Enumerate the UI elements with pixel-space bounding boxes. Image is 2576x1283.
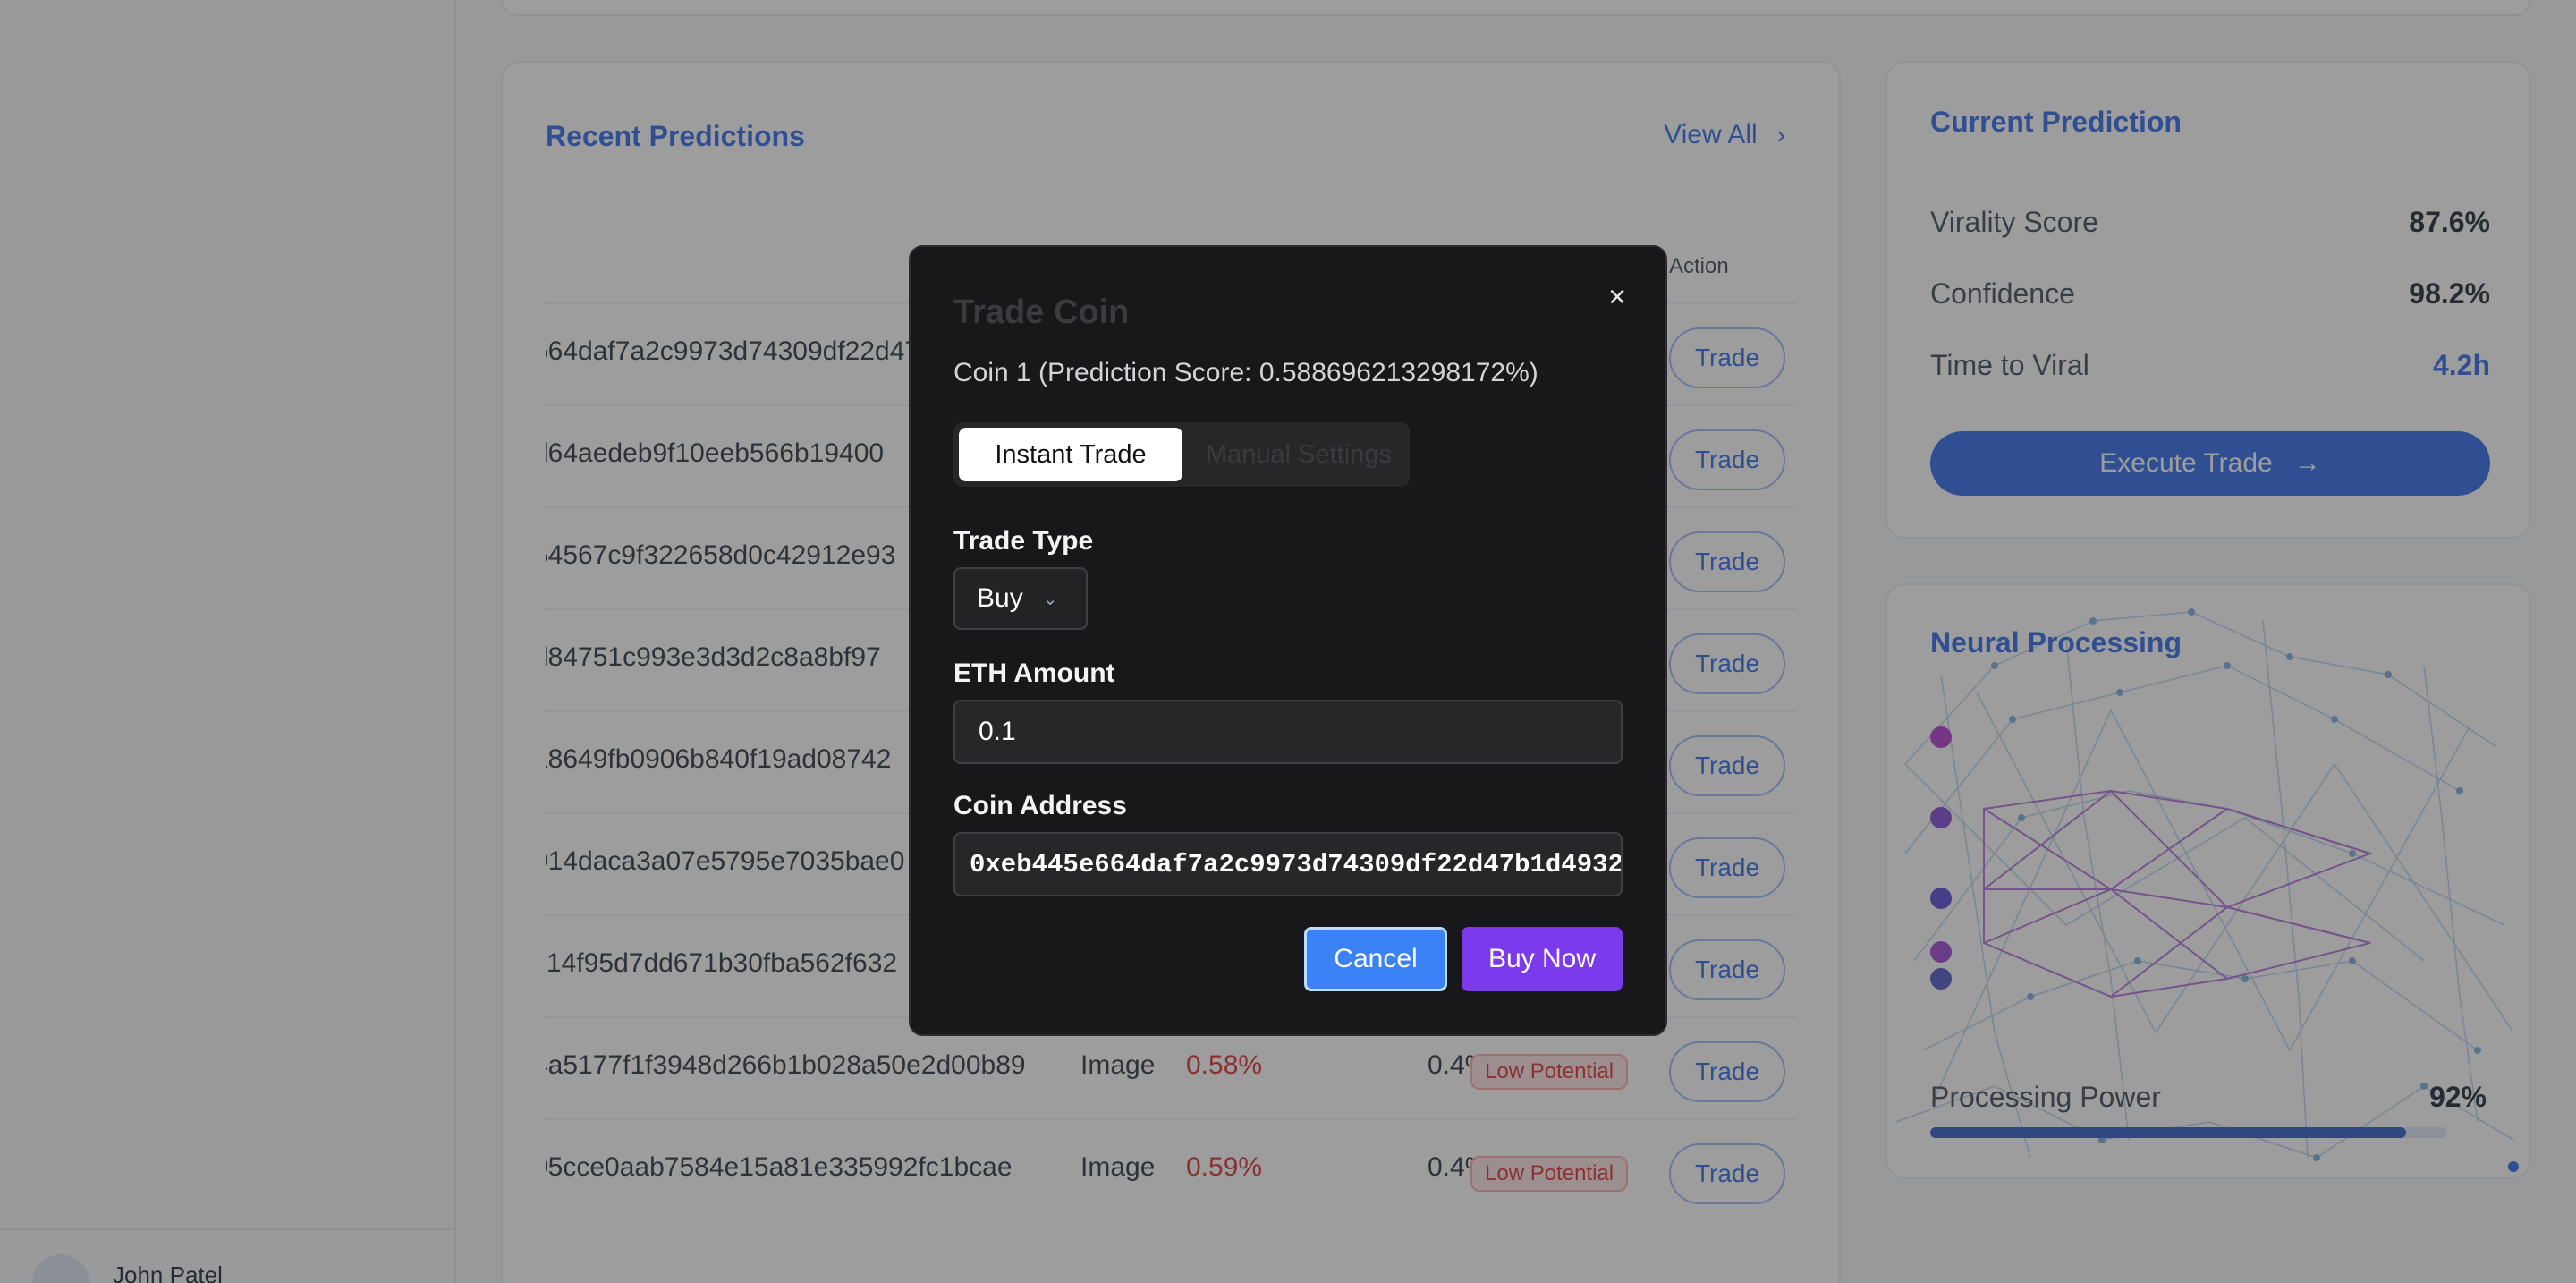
chevron-down-icon: ⌄	[1042, 589, 1058, 609]
cancel-button[interactable]: Cancel	[1304, 927, 1447, 991]
coin-prediction-line: Coin 1 (Prediction Score: 0.588696213298…	[953, 358, 1538, 387]
coin-address-input[interactable]	[953, 832, 1623, 896]
trade-coin-dialog: Trade Coin × Coin 1 (Prediction Score: 0…	[909, 245, 1667, 1036]
trade-type-value: Buy	[977, 583, 1023, 613]
trade-type-select[interactable]: Buy ⌄	[953, 567, 1088, 630]
eth-amount-input[interactable]	[953, 700, 1623, 764]
coin-address-label: Coin Address	[953, 791, 1127, 820]
buy-now-button[interactable]: Buy Now	[1462, 927, 1623, 991]
tab-instant-trade[interactable]: Instant Trade	[959, 428, 1182, 481]
close-icon[interactable]: ×	[1599, 279, 1635, 315]
trade-type-label: Trade Type	[953, 526, 1094, 556]
eth-amount-label: ETH Amount	[953, 658, 1115, 688]
trade-mode-tabs: Instant Trade Manual Settings	[953, 422, 1410, 487]
tab-manual-settings[interactable]: Manual Settings	[1193, 428, 1404, 481]
dialog-title: Trade Coin	[953, 293, 1130, 331]
